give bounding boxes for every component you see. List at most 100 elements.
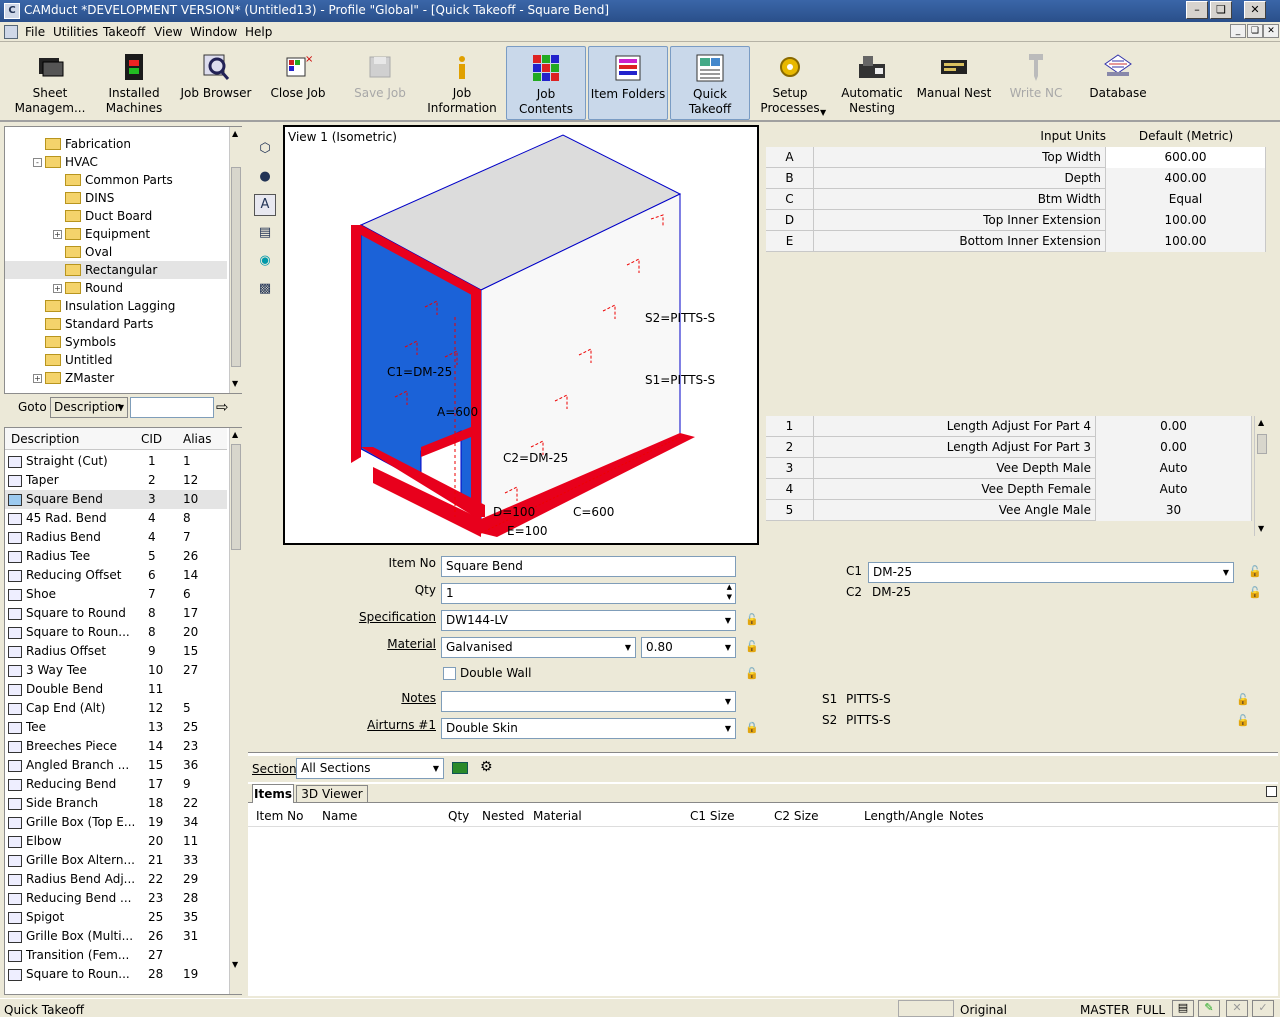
col-c1-size[interactable]: C1 Size [690, 809, 734, 823]
seam-s1-value[interactable]: PITTS-S [846, 692, 891, 706]
close-job-button[interactable]: × Close Job [258, 46, 338, 120]
list-item[interactable]: Grille Box Altern... 21 33 [5, 851, 227, 870]
quick-takeoff-button[interactable]: Quick Takeoff [670, 46, 750, 120]
col-description[interactable]: Description [11, 432, 79, 446]
installed-machines-button[interactable]: Installed Machines [94, 46, 174, 120]
menu-takeoff[interactable]: Takeoff [103, 25, 145, 39]
list-item[interactable]: Angled Branch ... 15 36 [5, 756, 227, 775]
list-item[interactable]: 45 Rad. Bend 4 8 [5, 509, 227, 528]
options-scrollbar[interactable]: ▲ ▼ [1254, 416, 1268, 536]
col-nested[interactable]: Nested [482, 809, 524, 823]
list-item[interactable]: Taper 2 12 [5, 471, 227, 490]
isometric-viewer[interactable]: View 1 (Isometric) S2=PITTS-S S1=PITTS-S… [283, 125, 759, 545]
lock-icon[interactable]: 🔓 [1236, 694, 1250, 706]
scroll-down-icon[interactable]: ▼ [1258, 524, 1264, 533]
list-item[interactable]: Radius Bend Adj... 22 29 [5, 870, 227, 889]
specification-label[interactable]: Specification [330, 610, 436, 624]
seam-s2-value[interactable]: PITTS-S [846, 713, 891, 727]
tree-item[interactable]: Fabrication [5, 135, 227, 153]
list-item[interactable]: Cap End (Alt) 12 5 [5, 699, 227, 718]
col-notes[interactable]: Notes [949, 809, 984, 823]
connector-c2-value[interactable]: DM-25 [872, 585, 911, 599]
grid-value[interactable]: Equal [1106, 189, 1266, 210]
menu-window[interactable]: Window [190, 25, 237, 39]
parts-scroll-thumb[interactable] [231, 444, 241, 550]
color-palette-icon[interactable]: ▩ [254, 278, 276, 300]
lock-icon[interactable]: 🔓 [1236, 715, 1250, 727]
setup-processes-button[interactable]: Setup Processes [750, 46, 830, 120]
lock-icon[interactable]: 🔓 [745, 668, 759, 680]
save-job-button[interactable]: Save Job [340, 46, 420, 120]
isometric-view-icon[interactable]: ⬡ [254, 138, 276, 160]
minimize-button[interactable]: – [1186, 1, 1208, 19]
grid-value[interactable]: 30 [1096, 500, 1252, 521]
airturns-select[interactable]: Double Skin ▼ [441, 718, 736, 739]
maximize-button[interactable]: ❏ [1210, 1, 1232, 19]
grid-value[interactable]: 0.00 [1096, 416, 1252, 437]
col-name[interactable]: Name [322, 809, 357, 823]
specification-select[interactable]: DW144-LV ▼ [441, 610, 736, 631]
scroll-up-icon[interactable]: ▲ [232, 129, 238, 138]
grid-value[interactable]: 100.00 [1106, 210, 1266, 231]
col-c2-size[interactable]: C2 Size [774, 809, 818, 823]
settings-gear-icon[interactable]: ⚙ [480, 759, 493, 775]
automatic-nesting-button[interactable]: Automatic Nesting [832, 46, 912, 120]
list-item[interactable]: Radius Bend 4 7 [5, 528, 227, 547]
tree-item[interactable]: Symbols [5, 333, 227, 351]
qty-input[interactable]: 1 ▲ ▼ [441, 583, 736, 604]
tab-3d-viewer[interactable]: 3D Viewer [296, 785, 368, 802]
col-alias[interactable]: Alias [183, 432, 211, 446]
list-item[interactable]: Breeches Piece 14 23 [5, 737, 227, 756]
write-nc-button[interactable]: Write NC [996, 46, 1076, 120]
list-item[interactable]: Tee 13 25 [5, 718, 227, 737]
gauge-select[interactable]: 0.80 ▼ [641, 637, 736, 658]
section-label[interactable]: Section [252, 762, 297, 776]
tree-item[interactable]: Rectangular [5, 261, 227, 279]
grid-value[interactable]: Auto [1096, 458, 1252, 479]
options-scroll-thumb[interactable] [1257, 434, 1267, 454]
scroll-down-icon[interactable]: ▼ [232, 960, 238, 969]
job-information-button[interactable]: Job Information [422, 46, 502, 120]
properties-icon[interactable]: ▤ [254, 222, 276, 244]
col-cid[interactable]: CID [141, 432, 162, 446]
item-no-input[interactable]: Square Bend [441, 556, 736, 577]
list-item[interactable]: Side Branch 18 22 [5, 794, 227, 813]
connector-c1-select[interactable]: DM-25 ▼ [868, 562, 1234, 583]
close-button[interactable]: ✕ [1244, 1, 1266, 19]
grid-value[interactable]: 0.00 [1096, 437, 1252, 458]
list-item[interactable]: Square to Roun... 28 19 [5, 965, 227, 984]
scroll-up-icon[interactable]: ▲ [232, 430, 238, 439]
tree-item[interactable]: Standard Parts [5, 315, 227, 333]
tree-item[interactable]: + Round [5, 279, 227, 297]
tree-item[interactable]: Duct Board [5, 207, 227, 225]
list-item[interactable]: Radius Offset 9 15 [5, 642, 227, 661]
lock-icon[interactable]: 🔒 [745, 722, 759, 734]
notes-label[interactable]: Notes [330, 691, 436, 705]
list-item[interactable]: Square Bend 3 10 [5, 490, 227, 509]
tab-items[interactable]: Items [252, 784, 294, 803]
list-item[interactable]: 3 Way Tee 10 27 [5, 661, 227, 680]
col-item-no[interactable]: Item No [256, 809, 303, 823]
list-item[interactable]: Spigot 25 35 [5, 908, 227, 927]
expand-icon[interactable]: + [53, 230, 62, 239]
tree-scroll-thumb[interactable] [231, 167, 241, 367]
menu-view[interactable]: View [154, 25, 182, 39]
lock-icon[interactable]: 🔓 [745, 614, 759, 626]
tree-item[interactable]: Untitled [5, 351, 227, 369]
manual-nest-button[interactable]: Manual Nest [914, 46, 994, 120]
mdi-close-button[interactable]: ✕ [1263, 24, 1279, 38]
tree-item[interactable]: Insulation Lagging [5, 297, 227, 315]
lock-icon[interactable]: 🔓 [745, 641, 759, 653]
check-status-icon[interactable]: ✓ [1252, 1000, 1274, 1017]
notes-select[interactable]: ▼ [441, 691, 736, 712]
list-item[interactable]: Square to Round 8 17 [5, 604, 227, 623]
airturns-label[interactable]: Airturns #1 [330, 718, 436, 732]
goto-select[interactable]: Description ▼ [50, 397, 128, 418]
grid-value[interactable]: 100.00 [1106, 231, 1266, 252]
tree-item[interactable]: DINS [5, 189, 227, 207]
grid-value[interactable]: 400.00 [1106, 168, 1266, 189]
material-label[interactable]: Material [330, 637, 436, 651]
expand-icon[interactable]: + [53, 284, 62, 293]
list-item[interactable]: Grille Box (Top E... 19 34 [5, 813, 227, 832]
folder-status-icon[interactable]: ▤ [1172, 1000, 1194, 1017]
